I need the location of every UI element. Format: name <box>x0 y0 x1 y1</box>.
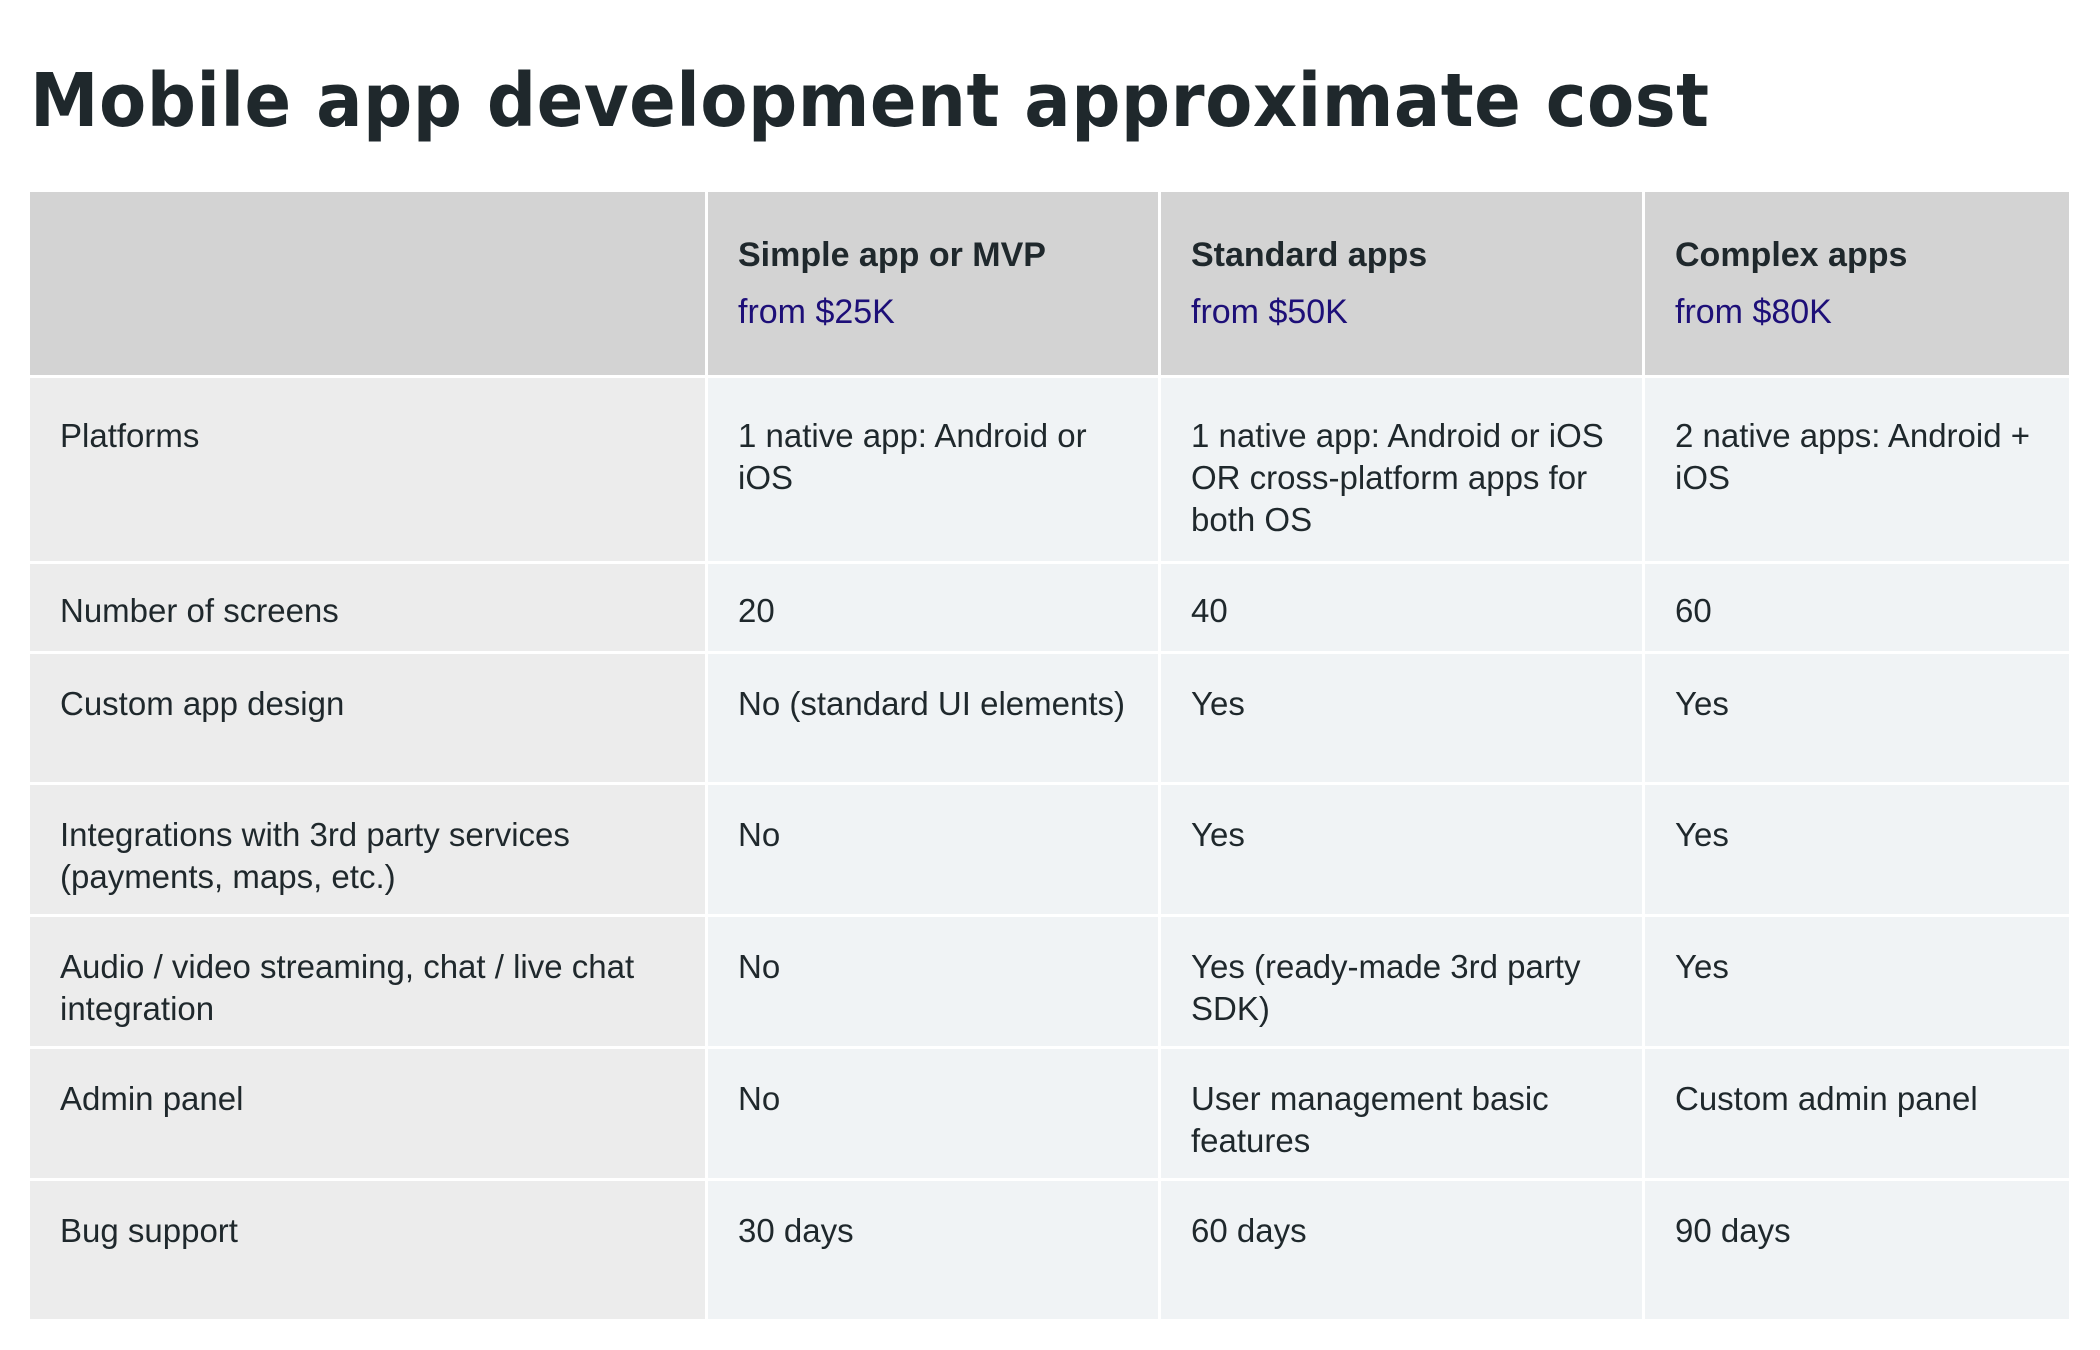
table-cell: 20 <box>705 564 1158 654</box>
header-plan-simple: Simple app or MVP from $25K <box>705 192 1158 378</box>
table-cell: Yes <box>1158 654 1642 785</box>
page-title: Mobile app development approximate cost <box>30 58 1710 144</box>
table-cell: 30 days <box>705 1181 1158 1319</box>
table-row-platforms: Platforms 1 native app: Android or iOS 1… <box>30 378 2069 564</box>
table-cell: 90 days <box>1642 1181 2069 1319</box>
table-cell: Yes <box>1642 917 2069 1049</box>
table-cell: No (standard UI elements) <box>705 654 1158 785</box>
header-plan-complex: Complex apps from $80K <box>1642 192 2069 378</box>
table-cell: Yes <box>1642 654 2069 785</box>
row-label: Audio / video streaming, chat / live cha… <box>30 917 705 1049</box>
table-row-custom-app-design: Custom app design No (standard UI elemen… <box>30 654 2069 785</box>
table-cell: 60 days <box>1158 1181 1642 1319</box>
table-row-number-of-screens: Number of screens 20 40 60 <box>30 564 2069 654</box>
table-cell: No <box>705 785 1158 917</box>
table-cell: 1 native app: Android or iOS OR cross-pl… <box>1158 378 1642 564</box>
row-label: Custom app design <box>30 654 705 785</box>
plan-name: Simple app or MVP <box>738 236 1046 274</box>
table-cell: Yes (ready-made 3rd party SDK) <box>1158 917 1642 1049</box>
header-plan-standard: Standard apps from $50K <box>1158 192 1642 378</box>
cost-comparison-table: Simple app or MVP from $25K Standard app… <box>30 192 2069 1319</box>
header-corner-cell <box>30 192 705 378</box>
table-header-row: Simple app or MVP from $25K Standard app… <box>30 192 2069 378</box>
table-cell: 40 <box>1158 564 1642 654</box>
table-cell: Yes <box>1642 785 2069 917</box>
table-cell: Yes <box>1158 785 1642 917</box>
plan-price: from $25K <box>738 293 895 331</box>
plan-name: Standard apps <box>1191 236 1428 274</box>
table-cell: 60 <box>1642 564 2069 654</box>
row-label: Number of screens <box>30 564 705 654</box>
table-row-integrations: Integrations with 3rd party services (pa… <box>30 785 2069 917</box>
row-label: Platforms <box>30 378 705 564</box>
row-label: Bug support <box>30 1181 705 1319</box>
table-cell: No <box>705 1049 1158 1181</box>
plan-name: Complex apps <box>1675 236 1908 274</box>
table-cell: 1 native app: Android or iOS <box>705 378 1158 564</box>
table-cell: 2 native apps: Android + iOS <box>1642 378 2069 564</box>
table-cell: Custom admin panel <box>1642 1049 2069 1181</box>
table-row-bug-support: Bug support 30 days 60 days 90 days <box>30 1181 2069 1319</box>
row-label: Admin panel <box>30 1049 705 1181</box>
table-row-admin-panel: Admin panel No User management basic fea… <box>30 1049 2069 1181</box>
plan-price: from $80K <box>1675 293 1832 331</box>
table-cell: No <box>705 917 1158 1049</box>
plan-price: from $50K <box>1191 293 1348 331</box>
table-row-streaming-chat: Audio / video streaming, chat / live cha… <box>30 917 2069 1049</box>
table-cell: User management basic features <box>1158 1049 1642 1181</box>
row-label: Integrations with 3rd party services (pa… <box>30 785 705 917</box>
